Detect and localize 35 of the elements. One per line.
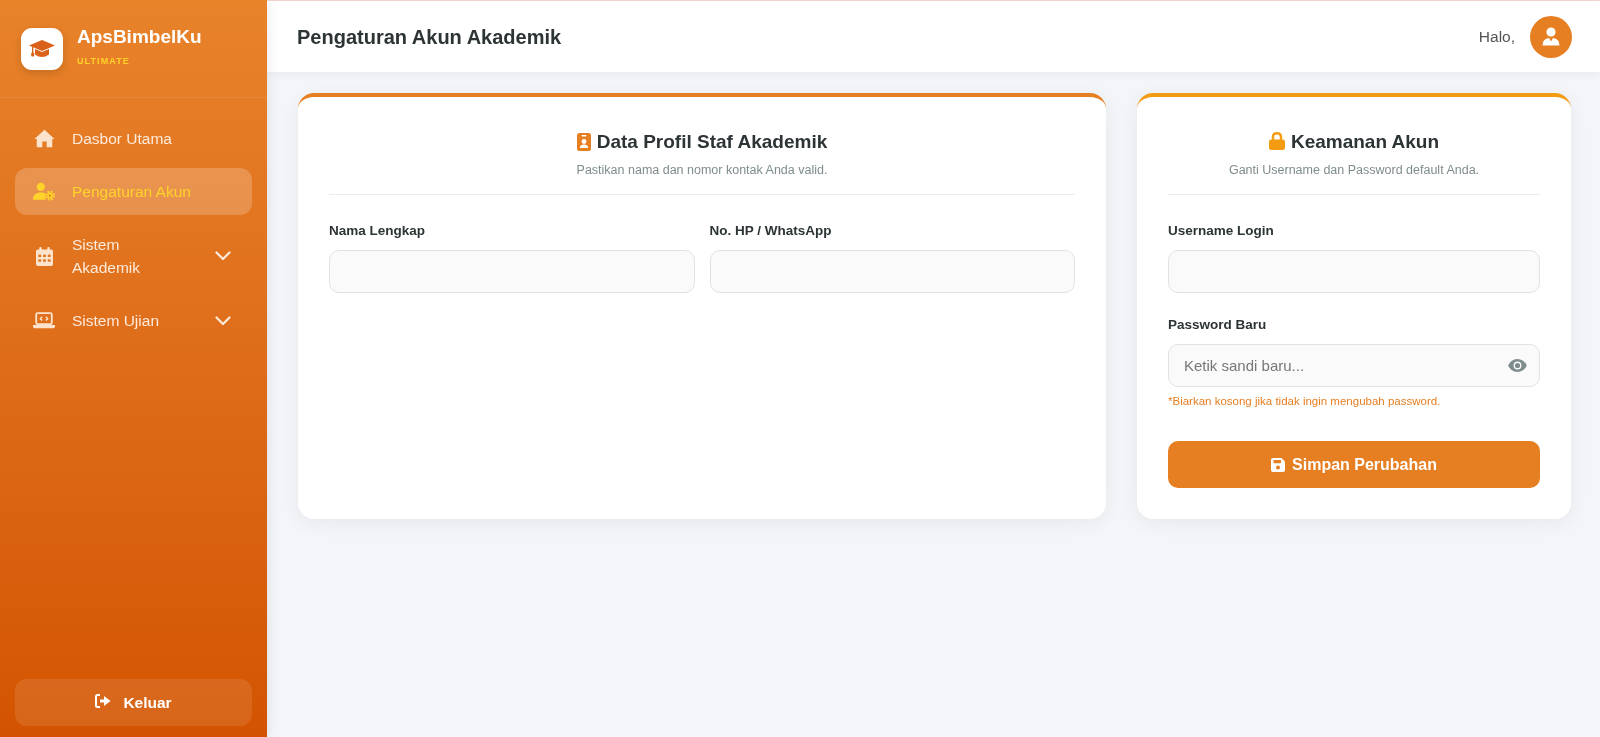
calendar-icon [35,246,53,266]
logout-icon [95,693,112,708]
brand-name: ApsBimbelKu [77,26,202,48]
field-label: Nama Lengkap [329,222,427,240]
nav-item[interactable]: Sistem Ujian [15,297,252,344]
edition-label: ULTIMATE [77,56,131,66]
avatar-icon[interactable] [1530,15,1572,58]
input-field[interactable] [1168,250,1540,293]
eye-icon[interactable] [1508,359,1527,372]
password-field[interactable]: Ketik sandi baru... [1168,344,1540,387]
house-icon [33,129,55,148]
card-subtitle: Ganti Username dan Password default Anda. [1227,162,1481,179]
save-button[interactable]: Simpan Perubahan [1168,441,1540,488]
field-hint: *Biarkan kosong jika tidak ingin mengubah password. [1168,394,1442,409]
input-field[interactable] [329,250,695,293]
user-gear-icon [33,182,55,201]
id-badge-icon [576,133,591,151]
field-label: No. HP / WhatsApp [709,222,833,240]
nav-item[interactable]: Pengaturan Akun [15,168,252,215]
logout-button[interactable]: Keluar [15,679,252,726]
field-label: Password Baru [1168,316,1268,334]
input-field[interactable] [709,250,1075,293]
chevron-down-icon[interactable] [215,251,231,261]
nav-item[interactable]: Dasbor Utama [15,115,252,162]
nav-item[interactable]: Sistem Akademik [15,221,252,291]
card-subtitle: Pastikan nama dan nomor kontak Anda valid. [575,162,829,179]
page-title: Pengaturan Akun Akademik [297,24,562,50]
chevron-down-icon[interactable] [215,315,231,326]
card-title: Keamanan Akun [1290,130,1440,154]
lock-icon [1268,131,1285,150]
laptop-code-icon [33,312,55,329]
graduation-cap-icon [21,28,63,70]
greeting: Halo, [1478,26,1515,47]
field-label: Username Login [1168,222,1275,240]
card-title: Data Profil Staf Akademik [596,130,828,154]
